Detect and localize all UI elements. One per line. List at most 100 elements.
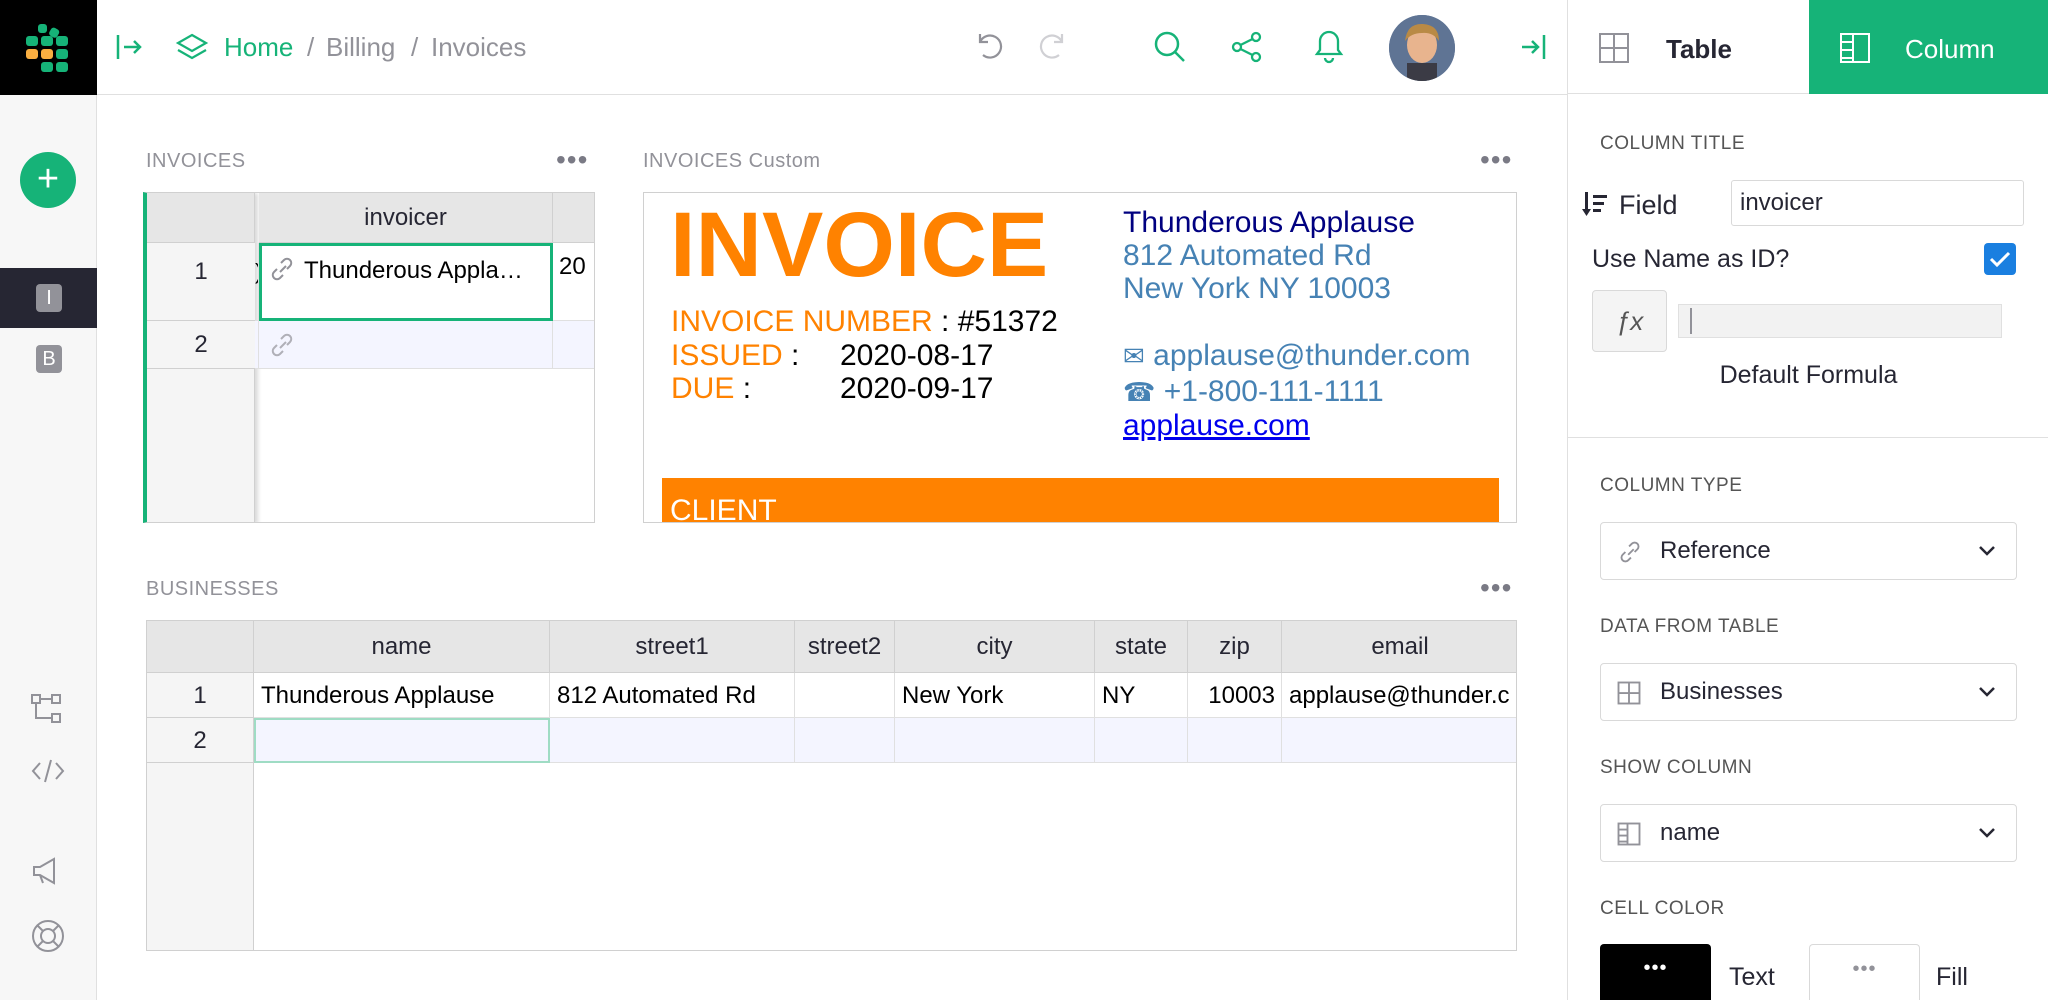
data-from-table-select[interactable]: Businesses xyxy=(1600,663,2017,721)
business-website-link[interactable]: applause.com xyxy=(1123,409,1310,443)
search-icon[interactable] xyxy=(1153,30,1187,64)
formula-editor[interactable] xyxy=(1678,304,2002,338)
issued-sep: : xyxy=(791,339,800,372)
column-header-next[interactable] xyxy=(553,193,594,243)
corner-header[interactable] xyxy=(147,193,255,243)
column-header-street1[interactable]: street1 xyxy=(550,621,795,673)
tab-column[interactable]: Column xyxy=(1809,0,2048,94)
invoicer-cell-selected[interactable]: Thunderous Appla… xyxy=(259,243,553,321)
show-column-select[interactable]: name xyxy=(1600,804,2017,862)
business-name: Thunderous Applause xyxy=(1123,206,1415,239)
table-cell[interactable] xyxy=(1282,718,1516,763)
invoice-number-sep: : xyxy=(941,305,950,338)
table-cell[interactable]: applause@thunder.c xyxy=(1282,673,1516,718)
collapse-right-panel-icon[interactable] xyxy=(1519,32,1547,62)
corner-header[interactable] xyxy=(147,621,254,673)
fill-color-label: Fill xyxy=(1936,963,1968,991)
table-cell[interactable]: NY xyxy=(1095,673,1188,718)
page-item-businesses[interactable]: B xyxy=(36,345,62,373)
businesses-grid: name street1 street2 city state zip emai… xyxy=(146,620,1517,951)
column-label-field: Field xyxy=(1619,190,1678,220)
chevron-down-icon xyxy=(1978,827,1996,839)
column-id-input[interactable] xyxy=(1731,180,2024,226)
invoicer-cell-new-row[interactable] xyxy=(259,321,553,369)
column-type-value: Reference xyxy=(1660,537,1771,564)
table-icon xyxy=(1598,32,1630,64)
raw-data-icon[interactable] xyxy=(30,692,66,726)
cell-color-label: CELL COLOR xyxy=(1600,898,1725,919)
invoices-widget-menu[interactable]: ••• xyxy=(556,146,588,174)
breadcrumb-home[interactable]: Home xyxy=(224,32,293,63)
undo-icon[interactable] xyxy=(972,30,1006,64)
column-header-zip[interactable]: zip xyxy=(1188,621,1282,673)
use-name-as-id-checkbox[interactable] xyxy=(1984,243,2016,275)
left-rail: + I B xyxy=(0,0,97,1000)
table-cell[interactable] xyxy=(553,321,594,369)
top-bar: Home / Billing / Invoices xyxy=(97,0,1567,95)
add-new-button[interactable]: + xyxy=(20,152,76,208)
column-header-state[interactable]: state xyxy=(1095,621,1188,673)
table-cell[interactable] xyxy=(895,718,1095,763)
invoice-number-label: INVOICE NUMBER xyxy=(671,305,933,338)
phone-icon: ☎ xyxy=(1123,377,1156,407)
tab-column-label: Column xyxy=(1905,34,1995,64)
table-cell[interactable]: 10003 xyxy=(1188,673,1282,718)
column-header-name[interactable]: name xyxy=(254,621,550,673)
invoices-widget-title: INVOICES xyxy=(146,150,246,172)
table-cell[interactable]: New York xyxy=(895,673,1095,718)
breadcrumb-separator: / xyxy=(307,32,315,62)
show-column-label: SHOW COLUMN xyxy=(1600,757,1753,778)
breadcrumb-separator: / xyxy=(411,32,419,62)
breadcrumb-invoices[interactable]: Invoices xyxy=(431,32,526,63)
app-logo[interactable] xyxy=(0,0,97,95)
invoice-custom-view: INVOICE INVOICE NUMBER : #51372 ISSUED :… xyxy=(643,192,1517,523)
column-header-email[interactable]: email xyxy=(1282,621,1516,673)
table-cell-cursor[interactable] xyxy=(254,718,550,763)
right-panel: Table Column COLUMN TITLE Field Use Name… xyxy=(1567,0,2048,1000)
tab-table[interactable]: Table xyxy=(1568,0,1809,94)
custom-widget-menu[interactable]: ••• xyxy=(1480,146,1512,174)
redo-icon[interactable] xyxy=(1036,30,1070,64)
client-banner: CLIENT xyxy=(662,478,1499,522)
table-cell[interactable] xyxy=(795,673,895,718)
business-phone-line: ☎ +1-800-111-1111 xyxy=(1123,375,1384,409)
text-color-label: Text xyxy=(1729,963,1775,991)
formula-cursor xyxy=(1690,308,1692,334)
breadcrumb-billing[interactable]: Billing xyxy=(326,32,395,63)
formula-fx-button[interactable]: ƒx xyxy=(1592,290,1667,352)
table-cell[interactable] xyxy=(795,718,895,763)
table-cell[interactable]: Thunderous Applause xyxy=(254,673,550,718)
code-view-icon[interactable] xyxy=(30,756,66,786)
table-cell[interactable] xyxy=(1188,718,1282,763)
share-icon[interactable] xyxy=(1230,30,1264,64)
fill-color-swatch[interactable]: ••• xyxy=(1809,944,1920,1000)
row-number[interactable]: 1 xyxy=(147,243,255,321)
avatar[interactable] xyxy=(1389,15,1455,81)
invoices-grid: invoicer 1 ) Thunderous Appla… 20 2 xyxy=(143,192,595,523)
page-item-invoices[interactable]: I xyxy=(0,268,97,328)
announcement-icon[interactable] xyxy=(30,856,66,886)
layers-icon xyxy=(175,32,209,64)
due-label: DUE xyxy=(671,372,735,405)
table-cell[interactable]: 20 xyxy=(553,243,594,321)
table-cell[interactable] xyxy=(550,718,795,763)
text-color-swatch[interactable]: ••• xyxy=(1600,944,1711,1000)
column-type-select[interactable]: Reference xyxy=(1600,522,2017,580)
businesses-widget-menu[interactable]: ••• xyxy=(1480,574,1512,602)
notifications-bell-icon[interactable] xyxy=(1312,28,1346,64)
row-number[interactable]: 1 xyxy=(147,673,254,718)
help-lifebuoy-icon[interactable] xyxy=(30,918,66,954)
column-header-invoicer[interactable]: invoicer xyxy=(259,193,553,243)
collapse-left-panel-icon[interactable] xyxy=(115,32,143,62)
table-cell[interactable] xyxy=(1095,718,1188,763)
due-sep: : xyxy=(742,372,752,405)
invoice-number-value: #51372 xyxy=(957,305,1058,338)
row-number[interactable]: 2 xyxy=(147,718,254,763)
default-formula-label: Default Formula xyxy=(1719,361,1898,389)
row-number[interactable]: 2 xyxy=(147,321,255,369)
column-header-street2[interactable]: street2 xyxy=(795,621,895,673)
column-title-label: COLUMN TITLE xyxy=(1600,133,1746,154)
column-type-label: COLUMN TYPE xyxy=(1600,475,1743,496)
table-cell[interactable]: 812 Automated Rd xyxy=(550,673,795,718)
column-header-city[interactable]: city xyxy=(895,621,1095,673)
